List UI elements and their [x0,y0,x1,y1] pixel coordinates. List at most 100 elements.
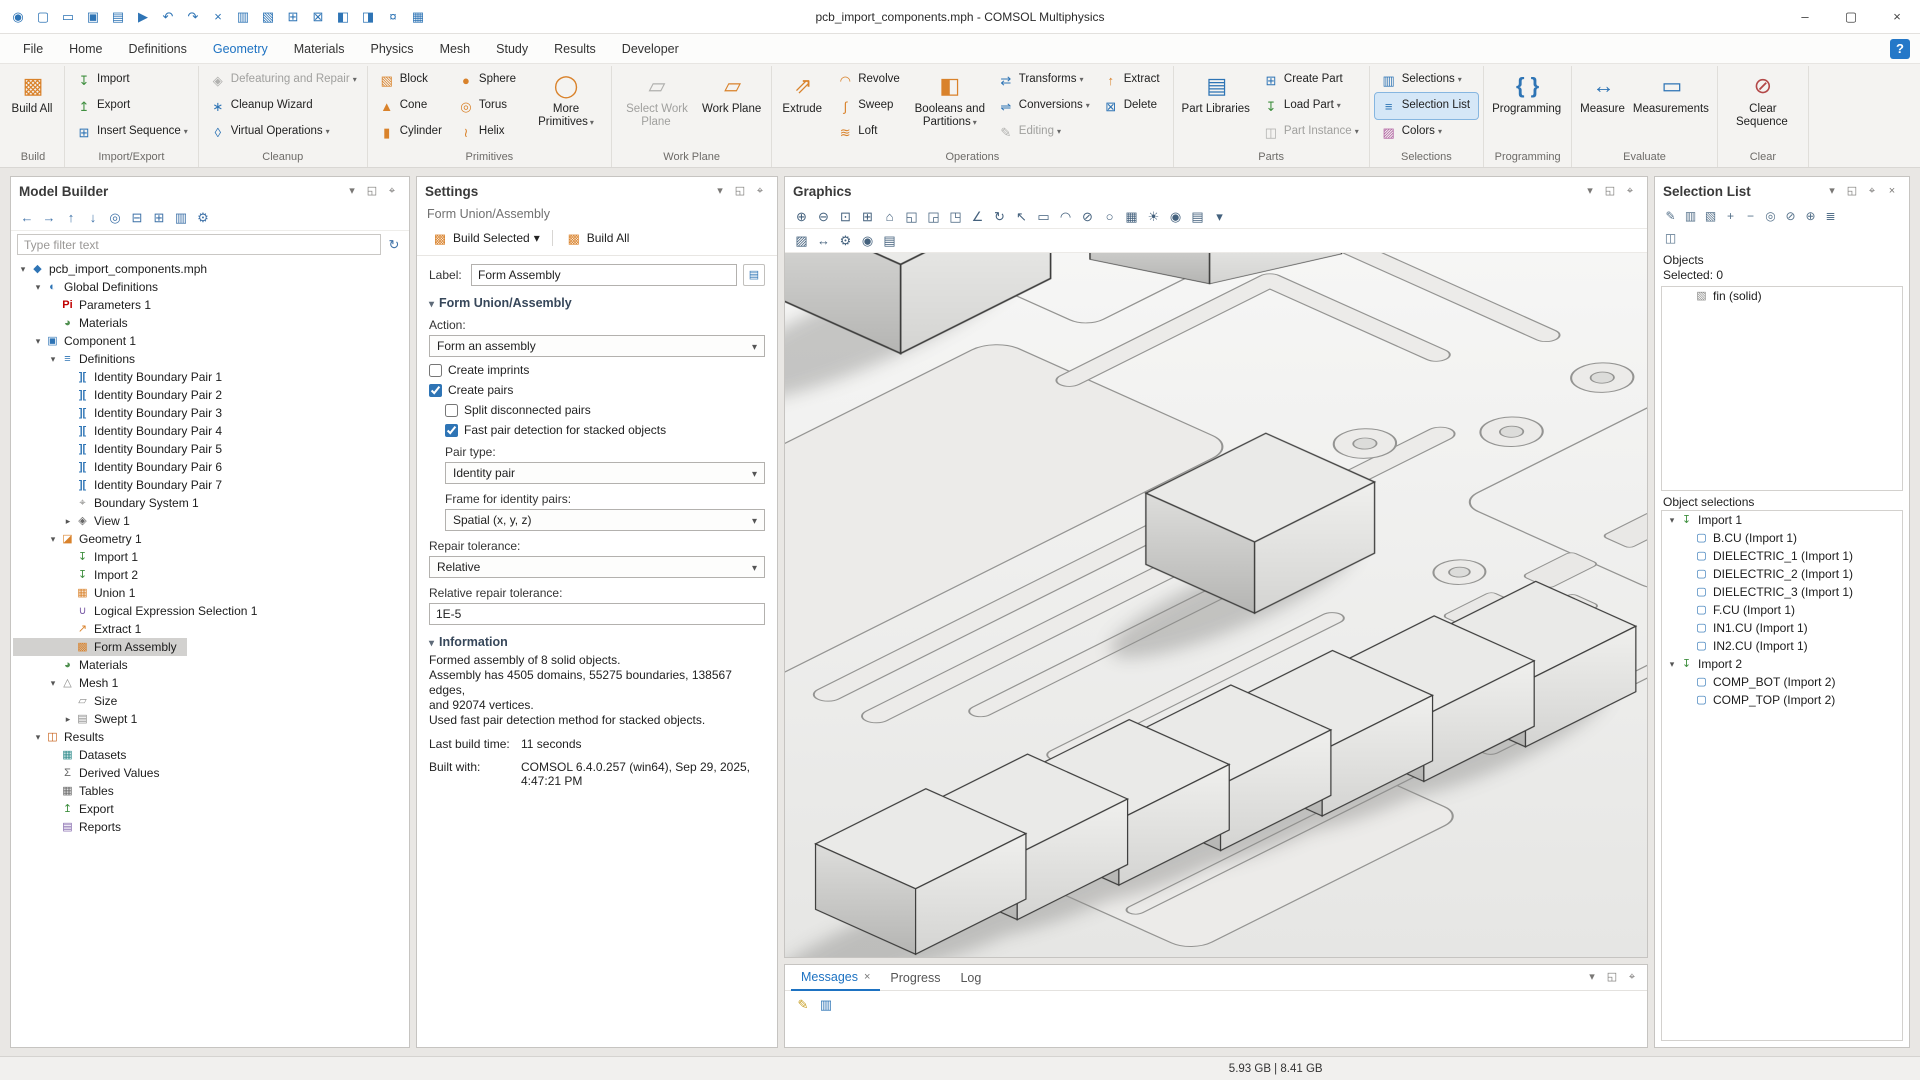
print-icon[interactable]: ▤ [106,5,130,29]
import-2-tree-item[interactable]: ▾ ↧ Import 2 [1662,655,1752,673]
defeaturing-and-repair-button[interactable]: ◈ Defeaturing and Repair▾ [204,67,362,93]
work-plane-button[interactable]: ▱ Work Plane [699,67,766,147]
materials-tree-item[interactable]: ◕ Materials [13,656,138,674]
close-tab-icon[interactable] [864,971,870,983]
sweep-button[interactable]: ∫ Sweep [831,93,908,119]
export-tree-item[interactable]: ↥ Export [13,800,124,818]
build-all-button[interactable]: ▩ Build All [561,227,634,249]
programming-button[interactable]: { } Programming [1489,67,1566,147]
section-form-union-assembly[interactable]: Form Union/Assembly [429,296,765,310]
pin-icon[interactable]: ⌖ [751,182,769,200]
materials-tree-item[interactable]: ◕ Materials [13,314,138,332]
forward-icon[interactable]: → [39,208,59,228]
twisty-icon[interactable]: ▾ [32,336,44,347]
boundary-system-1-tree-item[interactable]: ⌖ Boundary System 1 [13,494,209,512]
import-1-tree-item[interactable]: ▾ ↧ Import 1 [1662,511,1752,529]
open-icon[interactable]: ▭ [56,5,80,29]
results-tree-item[interactable]: ▾ ◫ Results [13,728,114,746]
undo-icon[interactable]: ↶ [156,5,180,29]
twisty-icon[interactable]: ▾ [1666,659,1678,670]
view-settings-icon[interactable]: ▾ [1209,207,1230,227]
union-1-tree-item[interactable]: ▦ Union 1 [13,584,145,602]
show-icon[interactable]: ◎ [105,208,125,228]
collapse-all-icon[interactable]: ⊟ [127,208,147,228]
measurements-button[interactable]: ▭ Measurements [1632,67,1712,147]
back-icon[interactable]: ← [17,208,37,228]
pin-icon[interactable]: ⌖ [1623,969,1641,987]
delete-button[interactable]: ⊠ Delete [1097,93,1168,119]
datasets-tree-item[interactable]: ▦ Datasets [13,746,136,764]
help-button[interactable]: ? [1890,39,1910,59]
dielectric-3-import-1-tree-item[interactable]: ▢ DIELECTRIC_3 (Import 1) [1662,583,1863,601]
study-tab[interactable]: Study [483,34,541,64]
identity-boundary-pair-3-tree-item[interactable]: ][ Identity Boundary Pair 3 [13,404,232,422]
disable-icon[interactable]: ⊘ [1781,207,1800,225]
select-work-plane-button[interactable]: ▱ Select Work Plane [617,67,697,147]
create-part-button[interactable]: ⊞ Create Part [1257,67,1364,93]
zoom-box-icon[interactable]: ⊞ [857,207,878,227]
close-icon[interactable]: × [1883,182,1901,200]
cone-button[interactable]: ▲ Cone [373,93,450,119]
editing-button[interactable]: ✎ Editing▾ [992,119,1095,145]
materials-tab[interactable]: Materials [281,34,358,64]
new-icon[interactable]: ▢ [31,5,55,29]
in1-cu-import-1-tree-item[interactable]: ▢ IN1.CU (Import 1) [1662,619,1818,637]
extract-button[interactable]: ↑ Extract [1097,67,1168,93]
save-icon[interactable]: ▣ [81,5,105,29]
tables-tree-item[interactable]: ▦ Tables [13,782,124,800]
copy-icon[interactable]: ▥ [816,994,836,1014]
part-instance-button[interactable]: ◫ Part Instance▾ [1257,119,1364,145]
view-angle-icon[interactable]: ∠ [967,207,988,227]
refresh-icon[interactable]: ↻ [385,236,403,254]
sphere-button[interactable]: ● Sphere [452,67,524,93]
identity-boundary-pair-1-tree-item[interactable]: ][ Identity Boundary Pair 1 [13,368,232,386]
mesh-tab[interactable]: Mesh [427,34,484,64]
split-disconnected-checkbox[interactable] [445,404,458,417]
deselect-icon[interactable]: ⊘ [1077,207,1098,227]
form-assembly-tree-item[interactable]: ▩ Form Assembly [13,638,187,656]
create-pairs-checkbox[interactable] [429,384,442,397]
table-icon[interactable]: ▦ [406,5,430,29]
revolve-button[interactable]: ◠ Revolve [831,67,908,93]
float-panel-icon[interactable]: ◱ [1601,182,1619,200]
show-menu-icon[interactable]: ◫ [1661,229,1680,247]
file-tab[interactable]: File [10,34,56,64]
import-1-tree-item[interactable]: ↧ Import 1 [13,548,148,566]
zoom-selected-icon[interactable]: ⊕ [1801,207,1820,225]
identity-boundary-pair-4-tree-item[interactable]: ][ Identity Boundary Pair 4 [13,422,232,440]
twisty-icon[interactable]: ▾ [17,264,29,275]
twisty-icon[interactable]: ▾ [32,732,44,743]
progress-tab[interactable]: Progress [880,965,950,991]
pcb-import-components-mph-tree-item[interactable]: ▾ ◆ pcb_import_components.mph [13,260,217,278]
twisty-icon[interactable]: ▸ [62,714,74,725]
import-button[interactable]: ↧ Import [70,67,193,93]
identity-boundary-pair-6-tree-item[interactable]: ][ Identity Boundary Pair 6 [13,458,232,476]
list-settings-icon[interactable]: ≣ [1821,207,1840,225]
logical-expression-selection-1-tree-item[interactable]: ∪ Logical Expression Selection 1 [13,602,267,620]
virtual-operations-button[interactable]: ◊ Virtual Operations▾ [204,119,362,145]
build-all-button[interactable]: ▩ Build All [7,67,59,147]
torus-button[interactable]: ◎ Torus [452,93,524,119]
developer-tab[interactable]: Developer [609,34,692,64]
float-panel-icon[interactable]: ◱ [1843,182,1861,200]
model-manager-icon[interactable]: ◧ [331,5,355,29]
image-snapshot-icon[interactable]: ◉ [1165,207,1186,227]
clear-sequence-button[interactable]: ⊘ Clear Sequence [1723,67,1803,147]
b-cu-import-1-tree-item[interactable]: ▢ B.CU (Import 1) [1662,529,1807,547]
twisty-icon[interactable]: ▸ [62,516,74,527]
definitions-tree-item[interactable]: ▾ ≡ Definitions [13,350,145,368]
cylinder-button[interactable]: ▮ Cylinder [373,119,450,145]
cut-icon[interactable]: × [206,5,230,29]
remove-icon[interactable]: − [1741,207,1760,225]
colors-button[interactable]: ▨ Colors▾ [1375,119,1478,145]
redo-icon[interactable]: ↷ [181,5,205,29]
fast-pair-detection-checkbox[interactable] [445,424,458,437]
close-button[interactable]: × [1874,0,1920,33]
run-icon[interactable]: ▶ [131,5,155,29]
zoom-extents-icon[interactable]: ⊡ [835,207,856,227]
twisty-icon[interactable]: ▾ [32,282,44,293]
extrude-button[interactable]: ⇗ Extrude [777,67,829,147]
create-imprints-checkbox[interactable] [429,364,442,377]
geometry-tab[interactable]: Geometry [200,34,281,64]
import-2-tree-item[interactable]: ↧ Import 2 [13,566,148,584]
